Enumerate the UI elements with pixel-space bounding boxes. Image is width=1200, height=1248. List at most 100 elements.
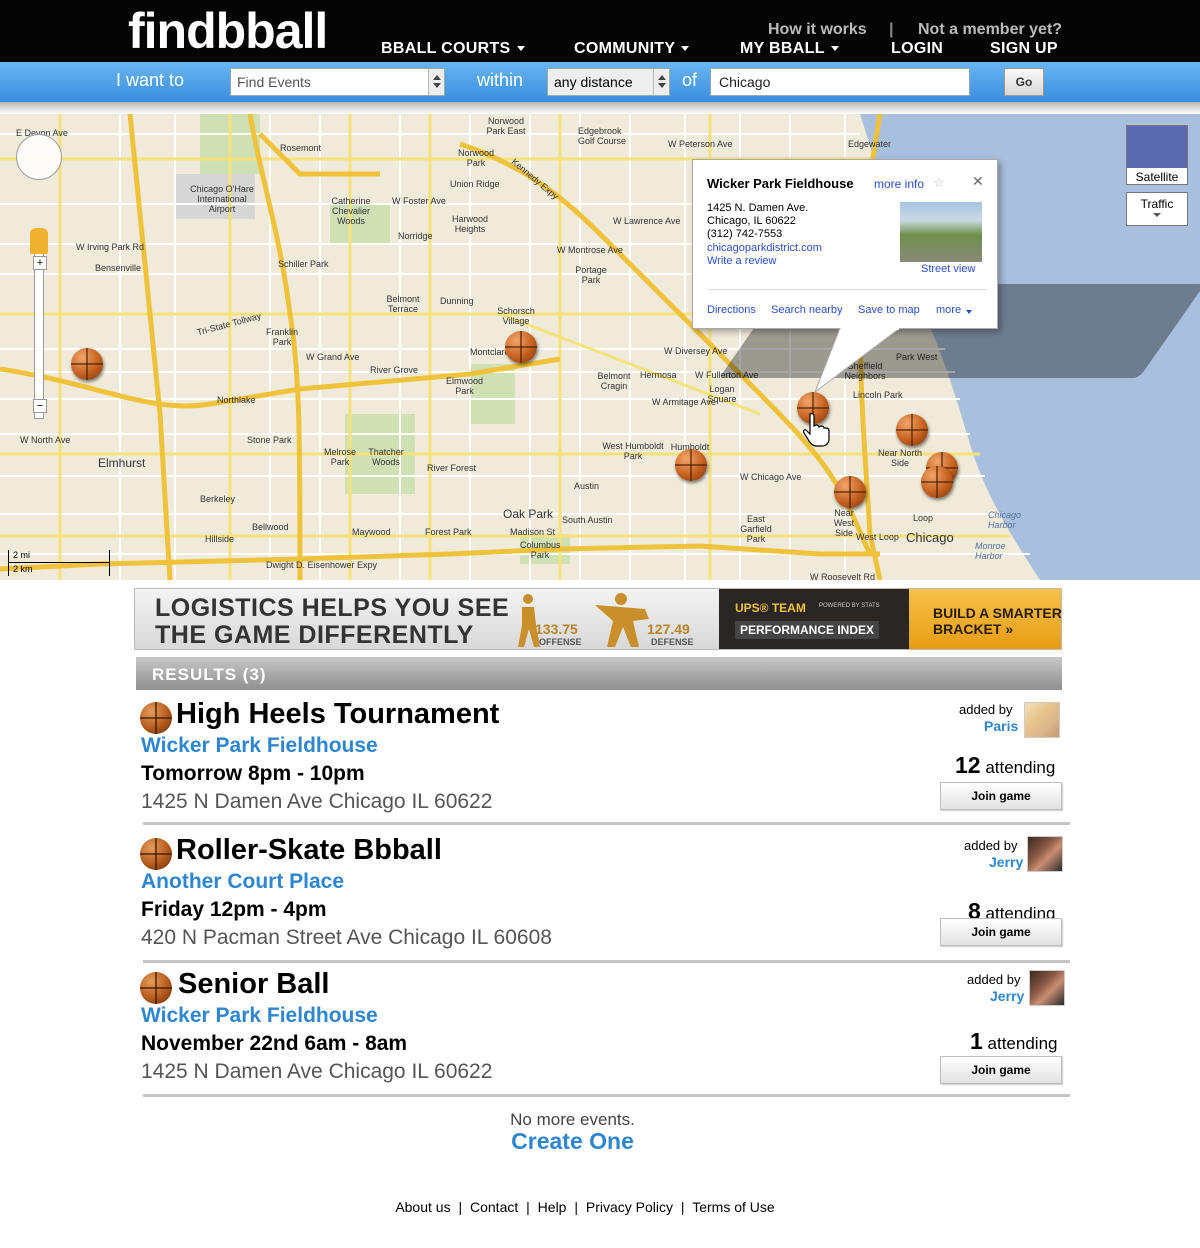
- map-label: Schiller Park: [278, 259, 329, 269]
- event-title[interactable]: Senior Ball: [178, 968, 330, 1001]
- chevron-down-icon: [966, 310, 972, 314]
- ad-headline-2: THE GAME DIFFERENTLY: [155, 621, 474, 649]
- zoom-in-icon[interactable]: +: [33, 256, 47, 270]
- not-member-link[interactable]: Not a member yet?: [918, 21, 1062, 39]
- ad-cta-panel[interactable]: BUILD A SMARTER BRACKET »: [909, 589, 1061, 649]
- go-button[interactable]: Go: [1004, 68, 1044, 96]
- event-title[interactable]: High Heels Tournament: [176, 698, 499, 731]
- traffic-button[interactable]: Traffic: [1126, 192, 1188, 226]
- star-icon[interactable]: ☆: [933, 175, 945, 191]
- map-label: Columbus Park: [520, 540, 561, 560]
- attending-count: 12 attending: [955, 752, 1055, 779]
- satellite-thumbnail: [1127, 126, 1187, 168]
- map-label: Portage Park: [575, 265, 607, 285]
- map-label: Dunning: [440, 296, 474, 306]
- footer-privacy-link[interactable]: Privacy Policy: [586, 1199, 673, 1215]
- street-view-link[interactable]: Street view: [921, 263, 975, 275]
- within-label: within: [477, 70, 524, 90]
- map-label: Chicago Harbor: [988, 510, 1022, 530]
- create-one-link[interactable]: Create One: [0, 1128, 1145, 1155]
- event-item: Senior Ball Wicker Park Fieldhouse Novem…: [140, 968, 1066, 1102]
- site-logo[interactable]: findbball: [128, 2, 328, 60]
- map-label: Forest Park: [425, 527, 472, 537]
- map-label: W Foster Ave: [392, 196, 446, 206]
- select-arrows-icon: [653, 69, 669, 95]
- pan-control[interactable]: [16, 134, 62, 180]
- how-it-works-link[interactable]: How it works: [768, 21, 867, 39]
- login-link[interactable]: LOGIN: [891, 40, 943, 58]
- chevron-down-icon: [516, 46, 525, 52]
- advertisement-banner[interactable]: LOGISTICS HELPS YOU SEE THE GAME DIFFERE…: [134, 588, 1062, 650]
- footer-help-link[interactable]: Help: [538, 1199, 567, 1215]
- join-game-button[interactable]: Join game: [940, 918, 1062, 946]
- attending-label: attending: [987, 1034, 1058, 1053]
- distance-select[interactable]: any distance: [547, 68, 670, 96]
- logo-text: findbball: [128, 3, 328, 59]
- infowindow-pointer: [813, 328, 901, 394]
- scale-km: 2 km: [13, 564, 33, 574]
- nav-my-bball[interactable]: MY BBALL: [740, 40, 839, 58]
- court-marker[interactable]: [834, 476, 866, 508]
- event-court-link[interactable]: Another Court Place: [141, 870, 344, 894]
- event-court-link[interactable]: Wicker Park Fieldhouse: [141, 734, 378, 758]
- map-label: Schorsch Village: [497, 306, 535, 326]
- footer-contact-link[interactable]: Contact: [470, 1199, 518, 1215]
- join-game-button[interactable]: Join game: [940, 782, 1062, 810]
- join-game-button[interactable]: Join game: [940, 1056, 1062, 1084]
- nav-bball-courts[interactable]: BBALL COURTS: [381, 40, 525, 58]
- nav-label: BBALL COURTS: [381, 40, 511, 57]
- write-review-link[interactable]: Write a review: [707, 255, 776, 267]
- action-select[interactable]: Find Events: [230, 68, 445, 96]
- court-marker[interactable]: [921, 466, 953, 498]
- close-icon[interactable]: ✕: [972, 173, 984, 190]
- location-input[interactable]: Chicago: [710, 68, 970, 96]
- user-link[interactable]: Jerry: [990, 988, 1024, 1004]
- map-label: Monroe Harbor: [975, 541, 1006, 561]
- footer-terms-link[interactable]: Terms of Use: [692, 1199, 774, 1215]
- footer: About us | Contact | Help | Privacy Poli…: [0, 1199, 1170, 1215]
- footer-about-link[interactable]: About us: [395, 1199, 450, 1215]
- map-label: W Chicago Ave: [740, 472, 802, 482]
- event-title[interactable]: Roller-Skate Bbball: [176, 834, 442, 867]
- results-header: RESULTS (3): [136, 657, 1062, 690]
- directions-link[interactable]: Directions: [707, 304, 756, 316]
- added-by-label: added by: [959, 702, 1013, 717]
- event-time: Tomorrow 8pm - 10pm: [141, 762, 365, 785]
- ad-stat-offense-label: OFFENSE: [539, 637, 582, 647]
- more-info-link[interactable]: more info: [874, 177, 924, 191]
- court-marker[interactable]: [675, 449, 707, 481]
- pegman-icon[interactable]: [30, 228, 48, 254]
- footer-separator: |: [458, 1199, 463, 1215]
- street-view-thumbnail[interactable]: [900, 202, 982, 262]
- basketball-icon: [140, 972, 172, 1004]
- avatar[interactable]: [1024, 702, 1060, 738]
- avatar[interactable]: [1029, 970, 1065, 1006]
- satellite-button[interactable]: Satellite: [1126, 125, 1188, 185]
- save-to-map-link[interactable]: Save to map: [858, 304, 920, 316]
- map-label: W Lawrence Ave: [613, 216, 681, 226]
- added-by-label: added by: [967, 972, 1021, 987]
- infowindow-address1: 1425 N. Damen Ave.: [707, 202, 809, 214]
- court-marker[interactable]: [505, 331, 537, 363]
- more-actions-link[interactable]: more: [936, 304, 961, 316]
- user-link[interactable]: Jerry: [989, 854, 1023, 870]
- zoom-slider[interactable]: [34, 249, 44, 419]
- search-nearby-link[interactable]: Search nearby: [771, 304, 843, 316]
- zoom-out-icon[interactable]: −: [33, 399, 47, 413]
- map-label: Oak Park: [503, 507, 554, 521]
- traffic-label: Traffic: [1140, 197, 1174, 211]
- court-marker[interactable]: [896, 414, 928, 446]
- map-label: Berkeley: [200, 494, 236, 504]
- event-court-link[interactable]: Wicker Park Fieldhouse: [141, 1004, 378, 1028]
- court-marker[interactable]: [71, 348, 103, 380]
- map-view[interactable]: E Devon Ave Rosemont Norridge Harwood He…: [0, 114, 1200, 580]
- website-link[interactable]: chicagoparkdistrict.com: [707, 242, 822, 254]
- nav-label: COMMUNITY: [574, 40, 676, 57]
- avatar[interactable]: [1027, 836, 1063, 872]
- signup-link[interactable]: SIGN UP: [990, 40, 1058, 58]
- nav-community[interactable]: COMMUNITY: [574, 40, 690, 58]
- map-label: Hillside: [205, 534, 235, 544]
- attending-number: 1: [970, 1028, 983, 1054]
- infowindow-address2: Chicago, IL 60622: [707, 215, 796, 227]
- user-link[interactable]: Paris: [984, 718, 1018, 734]
